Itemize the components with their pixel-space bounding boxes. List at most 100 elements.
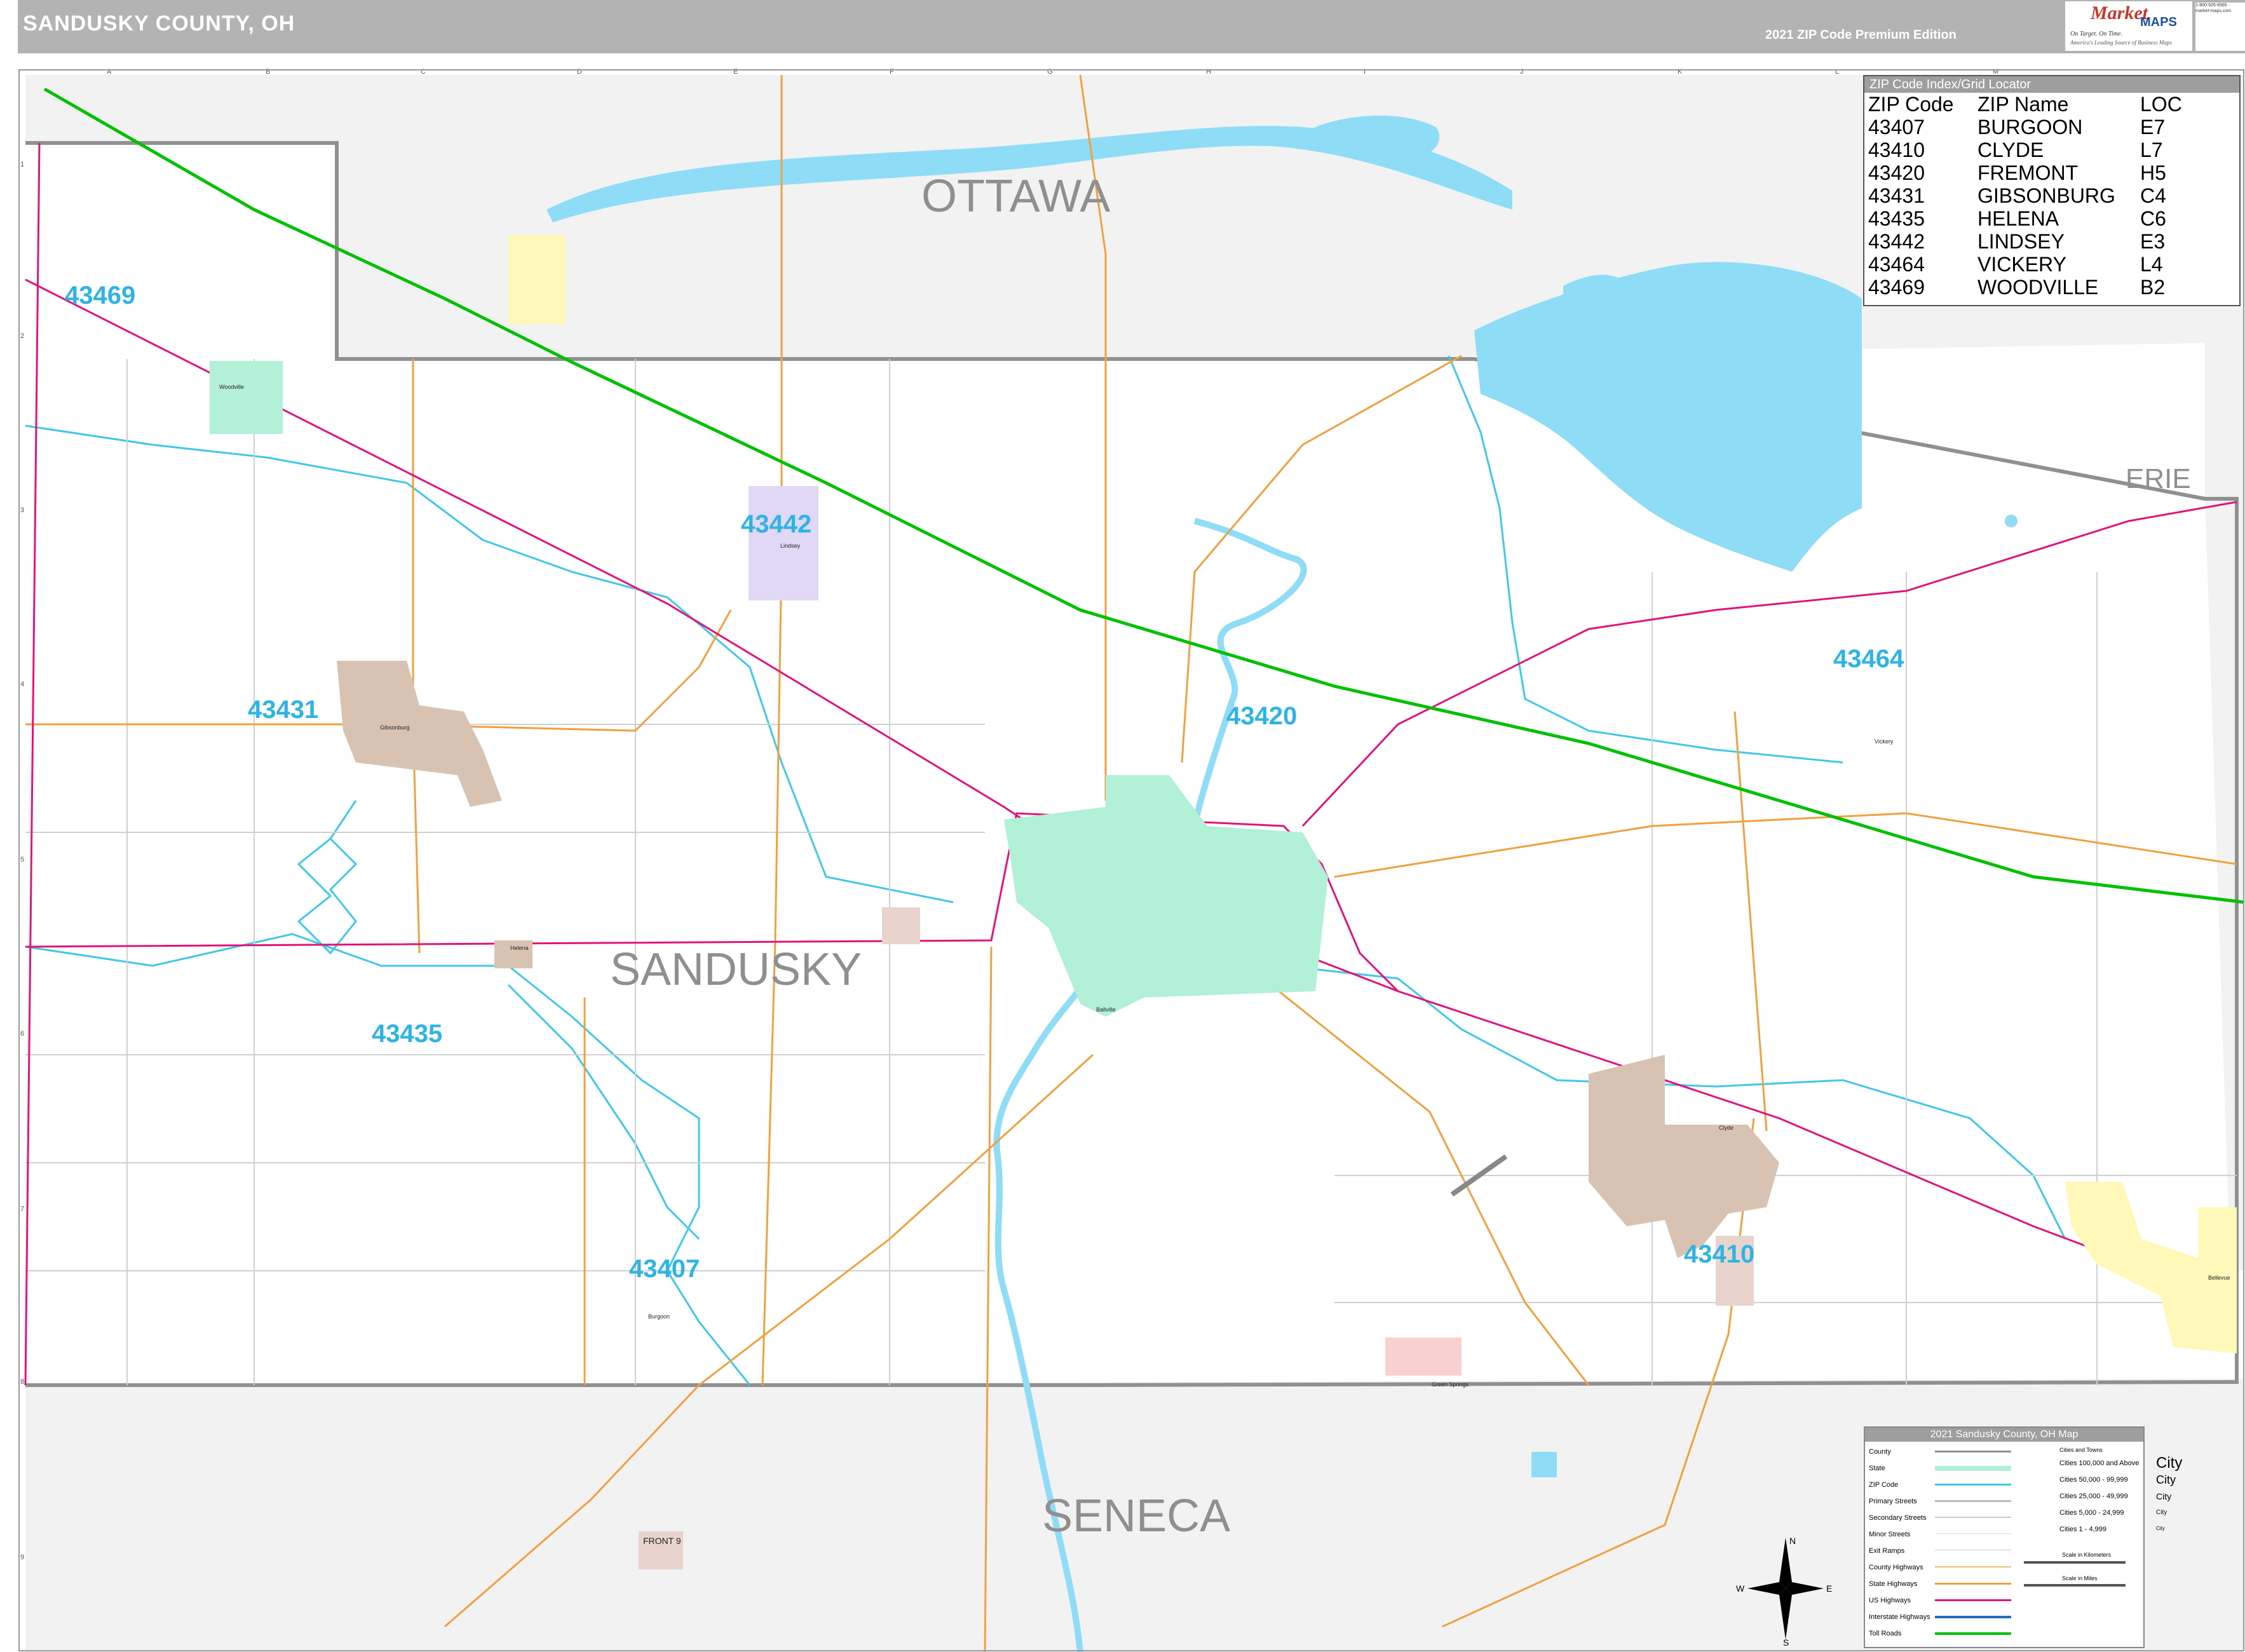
zip-43407-label: 43407: [629, 1255, 700, 1283]
zip-name-cell: FREMONT: [1977, 161, 2079, 184]
scale-mi-label: Scale in Miles: [2062, 1575, 2098, 1581]
grid-row-3: 3: [20, 506, 24, 514]
grid-row-7: 7: [20, 1205, 24, 1213]
legend-primary: Primary Streets: [1869, 1498, 1917, 1505]
grid-row-9: 9: [20, 1554, 24, 1561]
scale-km-label: Scale in Kilometers: [2062, 1552, 2112, 1558]
table-row: 43407 BURGOON E7: [1868, 116, 2182, 139]
legend-secondary-swatch: [1935, 1517, 2011, 1518]
legend-city-sample-2: City: [2156, 1473, 2176, 1486]
zip-name-cell: CLYDE: [1977, 139, 2044, 161]
scale-km-bar: [2024, 1561, 2126, 1564]
legend-zip-swatch: [1935, 1484, 2011, 1486]
compass-east-arrow: [1786, 1582, 1824, 1595]
legend-state-swatch: [1935, 1466, 2011, 1471]
scale-mi-bar: [2024, 1584, 2126, 1587]
legend-secondary: Secondary Streets: [1869, 1514, 1927, 1522]
zip-43435-label: 43435: [372, 1020, 442, 1048]
zip-code-cell: 43442: [1868, 230, 1925, 253]
map-header: SANDUSKY COUNTY, OH 2021 ZIP Code Premiu…: [18, 0, 2245, 53]
logo-brand-bottom: MAPS: [2140, 15, 2177, 29]
zip-name-cell: LINDSEY: [1977, 230, 2065, 253]
legend-state-hwy-swatch: [1935, 1583, 2011, 1585]
legend-county-hwy: County Highways: [1869, 1564, 1923, 1571]
logo-brand-top: Market: [2091, 3, 2148, 24]
seneca-label: SENECA: [1042, 1491, 1230, 1541]
table-row: 43410 CLYDE L7: [1868, 139, 2182, 161]
table-row: 43431 GIBSONBURG C4: [1868, 184, 2182, 207]
legend-primary-swatch: [1935, 1500, 2011, 1502]
legend-pop-2: Cities 50,000 - 99,999: [2059, 1476, 2128, 1484]
zip-43464-label: 43464: [1833, 645, 1904, 673]
legend-city-sample-1: City: [2156, 1454, 2183, 1472]
legend-pop-5: Cities 1 - 4,999: [2059, 1526, 2106, 1533]
compass-w: W: [1736, 1583, 1745, 1594]
zip-index-grid: ZIP Code ZIP Name LOC 43407 BURGOON E7 434…: [1868, 93, 2182, 299]
legend-exit-ramps: Exit Ramps: [1869, 1547, 1905, 1555]
loc-cell: C4: [2140, 184, 2166, 207]
grid-row-8: 8: [20, 1378, 24, 1386]
loc-cell: B2: [2140, 276, 2166, 299]
compass-n: N: [1789, 1536, 1796, 1546]
zip-name-cell: WOODVILLE: [1977, 276, 2099, 299]
loc-header: LOC: [2140, 93, 2182, 116]
legend-interstate-swatch: [1935, 1616, 2011, 1618]
legend-county: County: [1869, 1448, 1891, 1456]
logo-tagline: On Target. On Time.: [2070, 30, 2122, 37]
loc-cell: E3: [2140, 230, 2166, 253]
legend-title: 2021 Sandusky County, OH Map: [1865, 1428, 2143, 1442]
green-springs-place: Green Springs: [1432, 1381, 1469, 1388]
ottawa-label: OTTAWA: [921, 171, 1110, 222]
woodville-area: [210, 361, 283, 434]
edition-label: 2021 ZIP Code Premium Edition: [1765, 28, 1957, 42]
erie-label: ERIE: [2126, 463, 2191, 494]
legend-interstate: Interstate Highways: [1869, 1613, 1930, 1621]
map-title: SANDUSKY COUNTY, OH: [23, 11, 295, 36]
fremont-golf: [882, 907, 920, 944]
zip-43469-label: 43469: [65, 281, 135, 309]
zip-name-cell: BURGOON: [1977, 116, 2083, 139]
front9-place: FRONT 9: [643, 1536, 681, 1546]
ballville-place: Ballville: [1096, 1006, 1116, 1013]
legend-us-hwy: US Highways: [1869, 1597, 1911, 1604]
zip-code-cell: 43435: [1868, 207, 1925, 230]
zip-name-cell: HELENA: [1977, 207, 2059, 230]
table-row: 43464 VICKERY L4: [1868, 253, 2182, 276]
compass-rose-icon: N S E W: [1736, 1536, 1832, 1646]
grid-row-2: 2: [20, 332, 24, 340]
legend-pop-4: Cities 5,000 - 24,999: [2059, 1509, 2124, 1517]
lindsey-place: Lindsey: [780, 543, 801, 549]
legend-county-swatch: [1935, 1451, 2011, 1452]
legend-city-sample-3: City: [2156, 1491, 2172, 1501]
legend-city-sample-4: City: [2156, 1509, 2167, 1516]
zip-name-cell: GIBSONBURG: [1977, 184, 2115, 207]
golf-course-ottawa: [508, 235, 566, 324]
loc-cell: C6: [2140, 207, 2166, 230]
zip-code-cell: 43420: [1868, 161, 1925, 184]
compass-west-arrow: [1747, 1582, 1786, 1595]
legend-county-hwy-swatch: [1935, 1566, 2011, 1567]
vickery-place: Vickery: [1875, 738, 1894, 745]
loc-cell: H5: [2140, 161, 2166, 184]
zip-index-table: ZIP Code Index/Grid Locator ZIP Code ZIP…: [1863, 75, 2241, 306]
grid-row-4: 4: [20, 680, 24, 688]
table-row: 43469 WOODVILLE B2: [1868, 276, 2182, 299]
logo-subtagline: America's Leading Source of Business Map…: [2070, 39, 2172, 46]
burgoon-place: Burgoon: [648, 1313, 670, 1320]
legend-minor: Minor Streets: [1869, 1531, 1911, 1538]
map-legend: 2021 Sandusky County, OH Map County Stat…: [1864, 1426, 2182, 1648]
compass-south-arrow: [1779, 1588, 1792, 1639]
zip-43420-label: 43420: [1226, 702, 1297, 730]
legend-zip: ZIP Code: [1869, 1481, 1899, 1489]
bellevue-place: Bellevue: [2208, 1275, 2230, 1281]
gibsonburg-place: Gibsonburg: [380, 724, 410, 731]
legend-state-hwy: State Highways: [1869, 1580, 1918, 1588]
zip-43442-label: 43442: [741, 510, 811, 538]
clyde-place: Clyde: [1719, 1125, 1733, 1131]
table-row: 43442 LINDSEY E3: [1868, 230, 2182, 253]
compass-e: E: [1826, 1583, 1832, 1594]
market-maps-logo: Market MAPS On Target. On Time. America'…: [2065, 1, 2192, 51]
sandusky-label: SANDUSKY: [610, 944, 862, 995]
table-row: 43420 FREMONT H5: [1868, 161, 2182, 184]
legend-toll: Toll Roads: [1869, 1630, 1902, 1637]
